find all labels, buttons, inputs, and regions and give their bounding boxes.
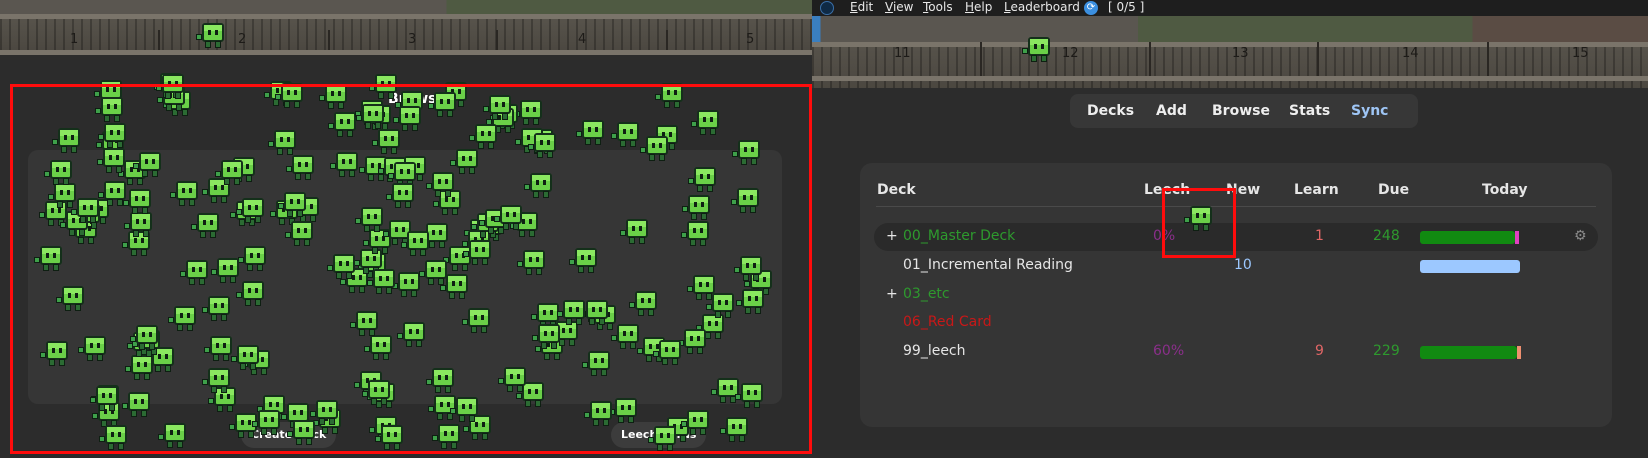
lane-label: 1 (70, 32, 79, 47)
menu-tools[interactable]: Tools (923, 0, 953, 14)
deck-list-card: Deck Leech New Learn Due Today +00_Maste… (860, 163, 1612, 427)
deck-name[interactable]: 99_leech (903, 343, 966, 359)
learn-count: 9 (1315, 343, 1324, 359)
app-icon (820, 1, 834, 15)
rail (812, 76, 1648, 81)
menu-label: iew (892, 0, 914, 14)
tab-sync[interactable]: Sync (1351, 94, 1388, 128)
gear-icon[interactable]: ⚙ (1574, 229, 1588, 243)
menu-mnemonic: E (850, 0, 858, 14)
leech-sprite-icon (1022, 34, 1052, 64)
lane-label: 2 (238, 32, 247, 47)
highlight-box-small (1162, 188, 1236, 258)
lane-divider (1317, 42, 1319, 76)
tab-decks[interactable]: Decks (1087, 94, 1134, 128)
today-progress-bar (1420, 231, 1520, 244)
right-app-panel: Edit View Tools Help Leaderboard ⟳ [ 0/5… (812, 0, 1648, 458)
deck-row[interactable]: 06_Red Card (874, 309, 1598, 337)
deck-name[interactable]: 00_Master Deck (903, 228, 1015, 244)
lane-label: 13 (1232, 46, 1249, 61)
left-game-panel: 1 2 3 4 5 Browse Create Deck Leech Cards (0, 0, 812, 458)
menu-bar: Edit View Tools Help Leaderboard ⟳ [ 0/5… (812, 0, 1648, 16)
deck-row[interactable]: +03_etc (874, 281, 1598, 309)
lane-track-right: 11 12 13 14 15 (812, 16, 1648, 88)
leech-percent: 60% (1153, 343, 1185, 359)
leech-sprite-icon (196, 20, 226, 50)
menu-label: ools (928, 0, 953, 14)
deck-name[interactable]: 01_Incremental Reading (903, 257, 1073, 273)
today-progress-fill (1420, 260, 1520, 273)
today-progress-end (1515, 231, 1519, 244)
highlight-box (10, 84, 812, 454)
new-count: 10 (1234, 257, 1252, 273)
lane-divider (666, 30, 668, 50)
lane-divider (980, 42, 982, 76)
today-progress-bar (1420, 260, 1520, 273)
lane-divider (1487, 42, 1489, 76)
lane-divider (158, 30, 160, 50)
lane-label: 3 (408, 32, 417, 47)
menu-label: dit (857, 0, 874, 14)
deck-row[interactable]: +00_Master Deck 0% 1 248 ⚙ (874, 223, 1598, 251)
deck-row[interactable]: 01_Incremental Reading 10 (874, 252, 1598, 280)
header-divider (876, 206, 1596, 207)
deck-name[interactable]: 06_Red Card (903, 314, 992, 330)
menu-label: elp (974, 0, 993, 14)
lane-track-left: 1 2 3 4 5 (0, 0, 812, 55)
lane-label: 11 (894, 46, 911, 61)
rail (0, 50, 812, 55)
tab-stats[interactable]: Stats (1289, 94, 1330, 128)
header-due: Due (1378, 182, 1410, 198)
tab-add[interactable]: Add (1156, 94, 1187, 128)
lane-strip (812, 16, 1648, 42)
lane-label: 14 (1402, 46, 1419, 61)
header-today: Today (1482, 182, 1528, 198)
menu-help[interactable]: Help (965, 0, 992, 14)
lane-divider (496, 30, 498, 50)
deck-name[interactable]: 03_etc (903, 286, 950, 302)
today-progress-end (1517, 346, 1521, 359)
tab-browse[interactable]: Browse (1212, 94, 1270, 128)
deck-row[interactable]: 99_leech 60% 9 229 (874, 338, 1598, 366)
today-progress-fill (1420, 231, 1515, 244)
learn-count: 1 (1315, 228, 1324, 244)
progress-counter: [ 0/5 ] (1108, 0, 1145, 14)
menu-view[interactable]: View (885, 0, 913, 14)
lane-label: 15 (1572, 46, 1589, 61)
rail (0, 14, 812, 19)
header-deck: Deck (877, 182, 916, 198)
today-progress-bar (1420, 346, 1521, 359)
lane-strip (0, 0, 812, 14)
menu-mnemonic: V (885, 0, 893, 14)
lane-label: 5 (746, 32, 755, 47)
expand-toggle[interactable]: + (886, 286, 898, 302)
lane-divider (1149, 42, 1151, 76)
due-count: 248 (1373, 228, 1400, 244)
rail (812, 42, 1648, 47)
today-progress-fill (1420, 346, 1517, 359)
sync-icon[interactable]: ⟳ (1084, 1, 1098, 15)
lane-label: 4 (578, 32, 587, 47)
menu-edit[interactable]: Edit (850, 0, 873, 14)
expand-toggle[interactable]: + (886, 228, 898, 244)
menu-leaderboard[interactable]: Leaderboard (1004, 0, 1080, 14)
menu-mnemonic: H (965, 0, 975, 14)
header-learn: Learn (1294, 182, 1339, 198)
lane-divider (328, 30, 330, 50)
due-count: 229 (1373, 343, 1400, 359)
main-toolbar: Decks Add Browse Stats Sync (1070, 94, 1418, 128)
menu-label: eaderboard (1010, 0, 1080, 14)
lane-label: 12 (1062, 46, 1079, 61)
